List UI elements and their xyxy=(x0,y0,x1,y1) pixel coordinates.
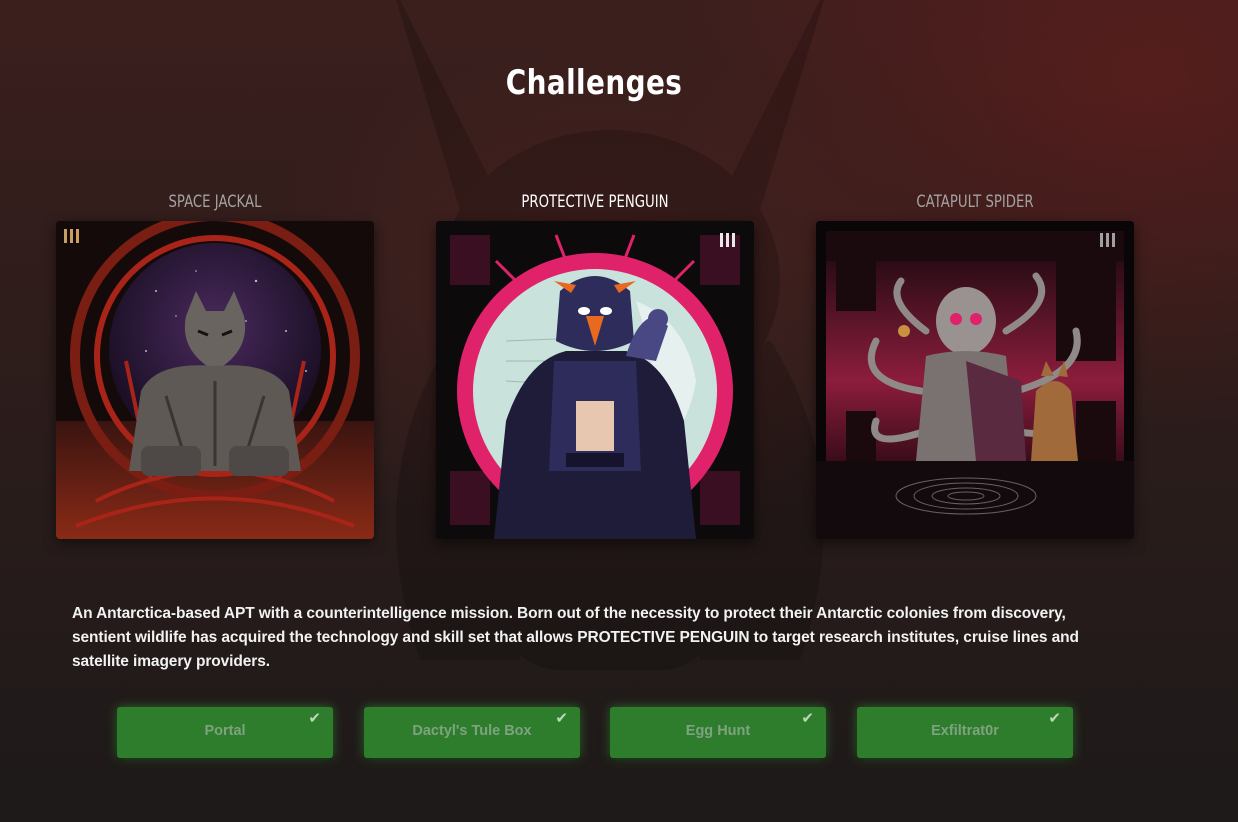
task-button-exfiltrat0r[interactable]: Exfiltrat0r ✔ xyxy=(857,707,1073,758)
catapult-spider-portrait-icon[interactable] xyxy=(816,221,1134,539)
task-button-dactyls-tule-box[interactable]: Dactyl's Tule Box ✔ xyxy=(364,707,580,758)
adversary-card-space-jackal[interactable]: SPACE JACKAL xyxy=(56,188,374,539)
check-icon: ✔ xyxy=(308,710,321,727)
task-label: Dactyl's Tule Box xyxy=(412,723,532,739)
task-list: Portal ✔ Dactyl's Tule Box ✔ Egg Hunt ✔ … xyxy=(0,707,1238,761)
space-jackal-portrait-icon[interactable] xyxy=(56,221,374,539)
check-icon: ✔ xyxy=(1048,710,1061,727)
protective-penguin-portrait-icon[interactable] xyxy=(436,221,754,539)
adversary-name: PROTECTIVE PENGUIN xyxy=(521,192,669,212)
adversary-name: SPACE JACKAL xyxy=(168,192,262,212)
check-icon: ✔ xyxy=(555,710,568,727)
task-button-egg-hunt[interactable]: Egg Hunt ✔ xyxy=(610,707,826,758)
adversary-card-protective-penguin[interactable]: PROTECTIVE PENGUIN xyxy=(436,188,754,539)
task-label: Portal xyxy=(204,723,246,739)
adversary-card-catapult-spider[interactable]: CATAPULT SPIDER xyxy=(816,188,1134,539)
adversary-name: CATAPULT SPIDER xyxy=(916,192,1034,212)
task-label: Exfiltrat0r xyxy=(931,723,999,739)
task-label: Egg Hunt xyxy=(685,723,751,739)
adversary-description: An Antarctica-based APT with a counterin… xyxy=(72,604,1079,670)
page-title: Challenges xyxy=(505,62,683,103)
check-icon: ✔ xyxy=(801,710,814,727)
task-button-portal[interactable]: Portal ✔ xyxy=(117,707,333,758)
